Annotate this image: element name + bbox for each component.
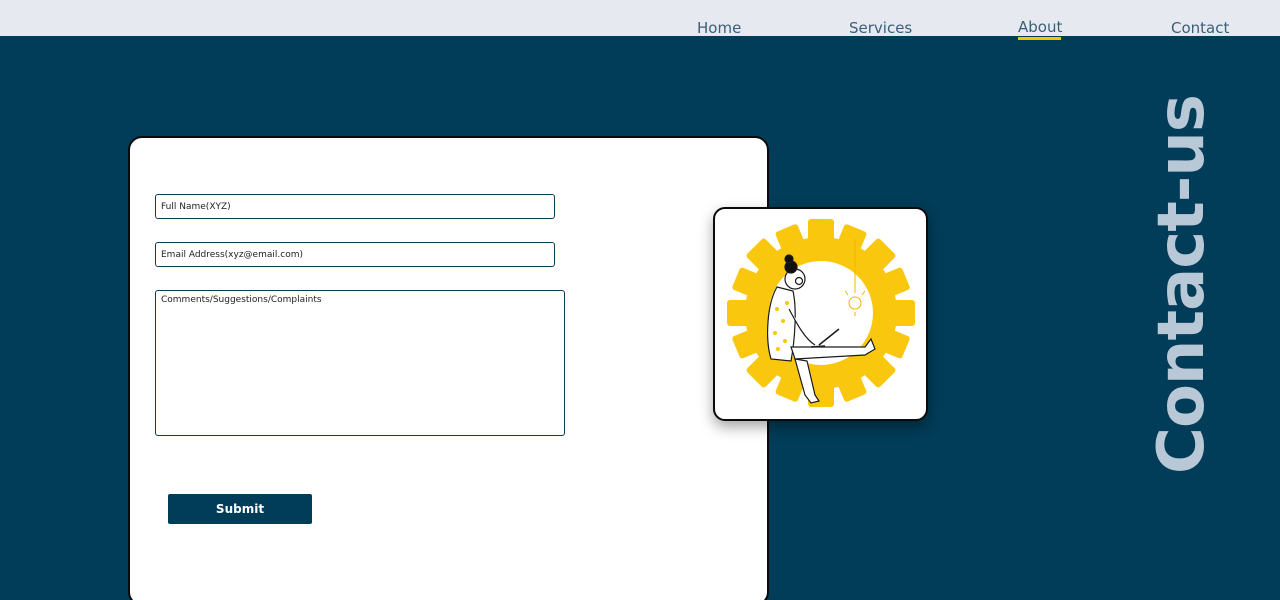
full-name-input[interactable] xyxy=(155,194,555,219)
nav-home-link[interactable]: Home xyxy=(697,19,741,37)
gear-icon xyxy=(727,219,915,407)
top-navbar xyxy=(0,0,1280,36)
contact-form-card: Submit xyxy=(128,136,769,600)
comments-textarea[interactable] xyxy=(155,290,565,436)
nav-contact-link[interactable]: Contact xyxy=(1171,19,1229,37)
person-laptop-gear-illustration xyxy=(727,219,915,407)
nav-services-link[interactable]: Services xyxy=(849,19,912,37)
nav-active-underline xyxy=(1018,37,1061,40)
email-input[interactable] xyxy=(155,242,555,267)
nav-about-link[interactable]: About xyxy=(1018,18,1062,36)
page-title: Contact-us xyxy=(1145,94,1219,474)
illustration-card xyxy=(713,207,928,421)
submit-button[interactable]: Submit xyxy=(168,494,312,524)
